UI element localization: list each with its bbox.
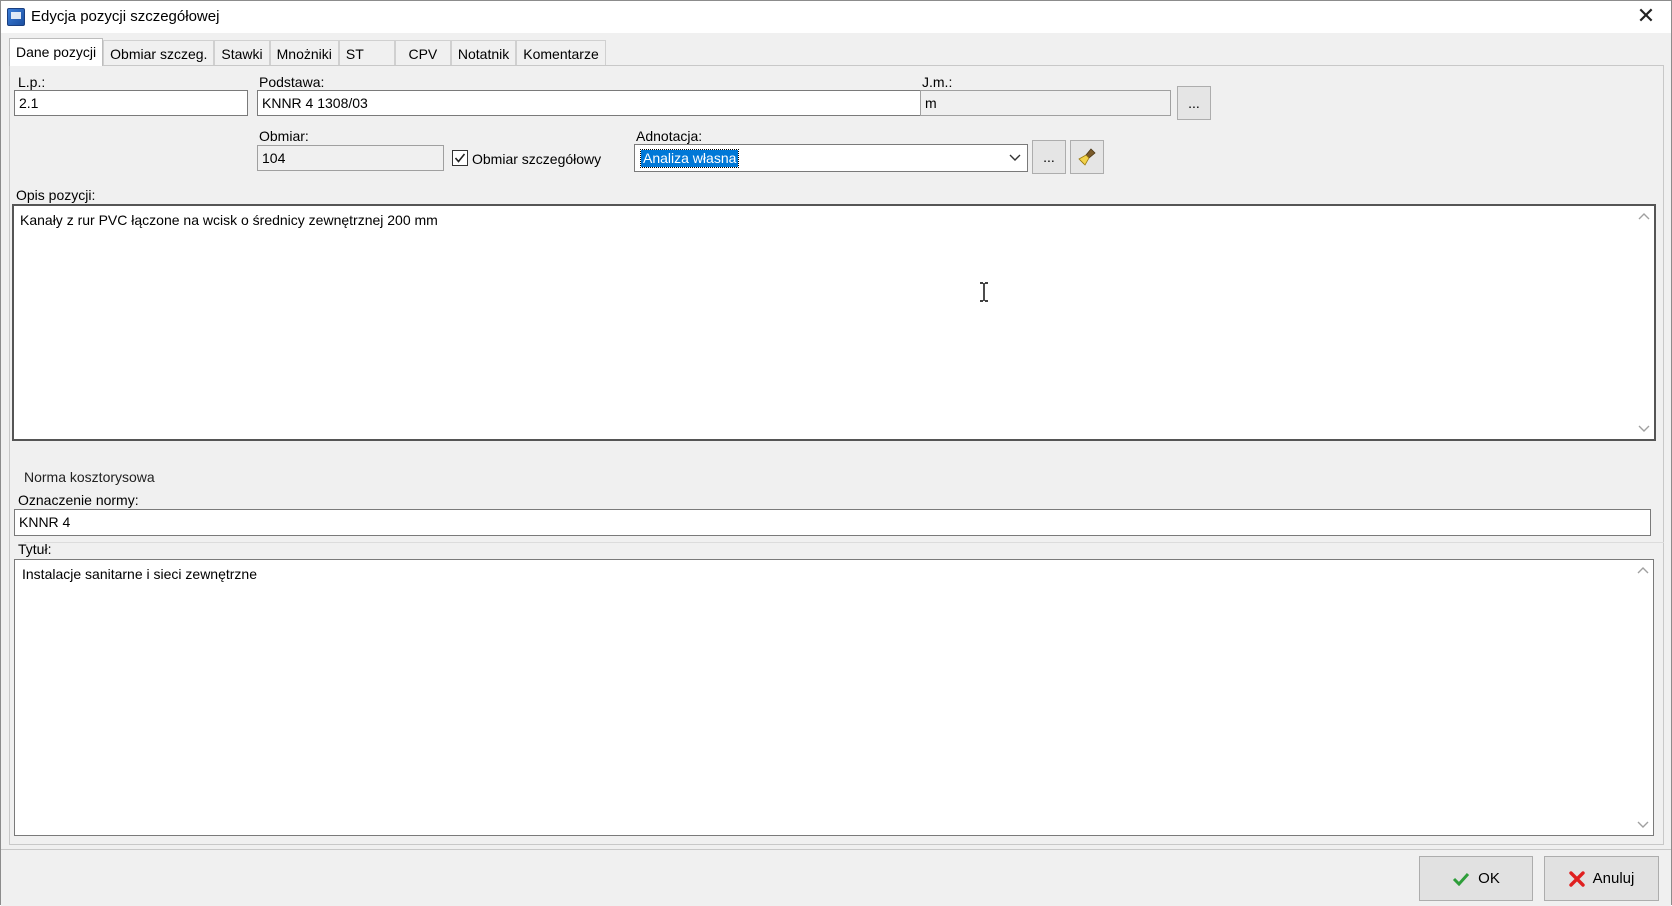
- lp-label: L.p.:: [18, 74, 46, 90]
- adnotacja-label: Adnotacja:: [636, 128, 703, 144]
- oznaczenie-label: Oznaczenie normy:: [18, 492, 139, 508]
- opis-label: Opis pozycji:: [16, 187, 96, 203]
- text-cursor-icon: [980, 282, 988, 302]
- check-icon: [1453, 872, 1470, 886]
- adnotacja-browse-button[interactable]: ...: [1032, 140, 1066, 174]
- cancel-button[interactable]: Anuluj: [1544, 856, 1659, 901]
- tab-mnozniki[interactable]: Mnożniki: [269, 40, 339, 66]
- ok-button[interactable]: OK: [1419, 856, 1533, 901]
- scroll-up-icon[interactable]: [1637, 566, 1649, 574]
- dialog-footer: OK Anuluj: [1, 849, 1671, 906]
- title-bar: Edycja pozycji szczegółowej ✕: [1, 1, 1671, 33]
- tab-obmiar-szczeg[interactable]: Obmiar szczeg.: [103, 40, 215, 66]
- norma-group-divider: [24, 542, 1664, 543]
- oznaczenie-field[interactable]: KNNR 4: [14, 509, 1651, 536]
- podstawa-field[interactable]: KNNR 4 1308/03: [257, 90, 921, 116]
- tab-st[interactable]: ST: [338, 40, 395, 66]
- tab-dane-pozycji[interactable]: Dane pozycji: [9, 38, 104, 66]
- tab-panel: L.p.: 2.1 Podstawa: KNNR 4 1308/03 J.m.:…: [9, 65, 1664, 845]
- obmiar-szczegolowy-label: Obmiar szczegółowy: [472, 151, 602, 167]
- tab-bar: Dane pozycji Obmiar szczeg. Stawki Mnożn…: [9, 38, 606, 66]
- clear-adnotacja-button[interactable]: [1070, 140, 1104, 174]
- broom-icon: [1078, 148, 1096, 166]
- adnotacja-selected-text: Analiza własna: [639, 149, 740, 168]
- norma-group-label: Norma kosztorysowa: [24, 469, 155, 485]
- podstawa-label: Podstawa:: [259, 74, 325, 90]
- ok-label: OK: [1478, 870, 1500, 887]
- lp-field[interactable]: 2.1: [14, 90, 248, 116]
- jm-browse-button[interactable]: ...: [1177, 86, 1211, 120]
- jm-label: J.m.:: [922, 74, 953, 90]
- tab-cpv[interactable]: CPV: [394, 40, 451, 66]
- scroll-up-icon[interactable]: [1638, 212, 1650, 220]
- checkmark-icon: [454, 153, 466, 163]
- tytul-text: Instalacje sanitarne i sieci zewnętrzne: [22, 566, 258, 582]
- tytul-scrollbar[interactable]: [1635, 562, 1651, 833]
- tab-komentarze[interactable]: Komentarze: [516, 40, 606, 66]
- tytul-textarea[interactable]: Instalacje sanitarne i sieci zewnętrzne: [14, 559, 1654, 836]
- close-icon[interactable]: ✕: [1629, 3, 1663, 31]
- tab-notatnik[interactable]: Notatnik: [450, 40, 517, 66]
- app-icon: [7, 8, 25, 26]
- jm-field[interactable]: m: [920, 90, 1171, 116]
- chevron-down-icon[interactable]: [1009, 153, 1021, 163]
- opis-textarea[interactable]: Kanały z rur PVC łączone na wcisk o śred…: [12, 204, 1656, 441]
- scroll-down-icon[interactable]: [1637, 821, 1649, 829]
- opis-text: Kanały z rur PVC łączone na wcisk o śred…: [20, 212, 438, 228]
- window-title: Edycja pozycji szczegółowej: [31, 8, 220, 25]
- opis-scrollbar[interactable]: [1636, 208, 1652, 437]
- tytul-label: Tytuł:: [18, 541, 52, 557]
- obmiar-szczegolowy-checkbox[interactable]: [452, 150, 468, 166]
- obmiar-field[interactable]: 104: [257, 145, 444, 171]
- adnotacja-combobox[interactable]: Analiza własna: [634, 144, 1028, 172]
- dialog-window: Edycja pozycji szczegółowej ✕ Dane pozyc…: [0, 0, 1672, 906]
- obmiar-label: Obmiar:: [259, 128, 309, 144]
- scroll-down-icon[interactable]: [1638, 425, 1650, 433]
- tab-stawki[interactable]: Stawki: [214, 40, 270, 66]
- cancel-label: Anuluj: [1592, 870, 1635, 887]
- cancel-x-icon: [1568, 870, 1585, 887]
